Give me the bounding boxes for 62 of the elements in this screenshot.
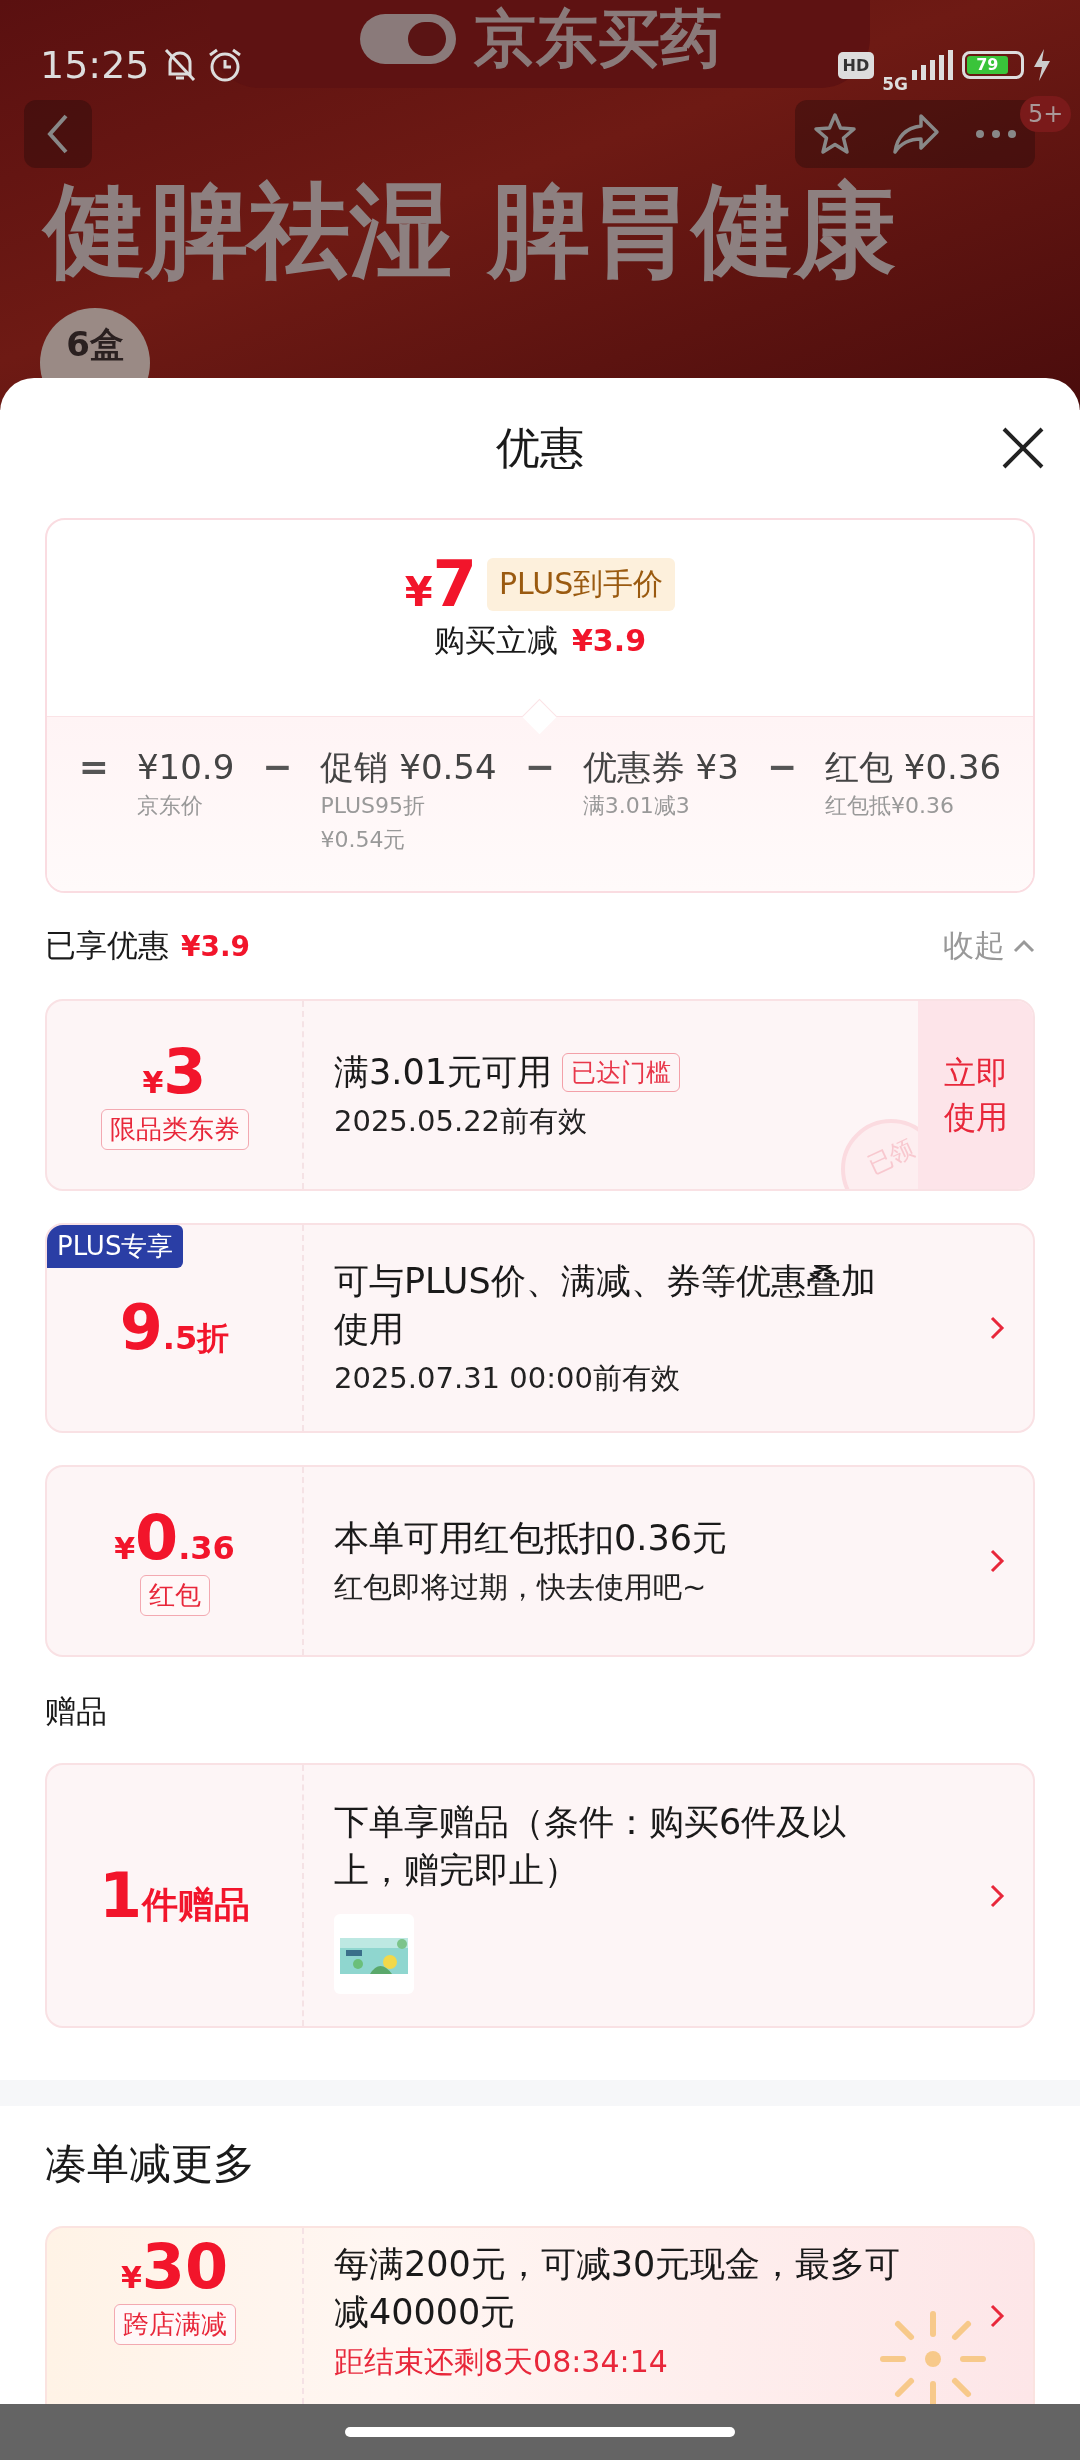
term-note: 满3.01减3: [582, 792, 691, 820]
use-now-button[interactable]: 立即使用: [918, 1001, 1033, 1189]
promo-amount: ¥30: [120, 2236, 229, 2298]
signal-icon: [910, 50, 954, 80]
gift-count: 1件赠品: [98, 1864, 251, 1927]
price-term: 红包 ¥0.36: [825, 746, 1002, 789]
threshold-badge: 已达门槛: [561, 1052, 680, 1092]
operator-sign: −: [524, 745, 555, 789]
price-term: 优惠券 ¥3: [582, 746, 739, 789]
offer-title: 本单可用红包抵扣0.36元: [334, 1517, 727, 1560]
network-label: 5G: [882, 74, 908, 94]
clock-time: 15:25: [40, 43, 150, 87]
final-price: ¥7: [404, 552, 478, 616]
offer-validity: 红包即将过期，快去使用吧~: [334, 1569, 708, 1606]
price-term: 促销 ¥0.54: [320, 746, 497, 789]
countdown-text: 距结束还剩8天08:34:14: [334, 2343, 669, 2381]
offer-title: 满3.01元可用: [334, 1051, 552, 1094]
operator-sign: =: [78, 745, 109, 789]
notification-badge: 5+: [1020, 96, 1072, 132]
chevron-right-icon: [989, 1315, 1005, 1341]
star-icon[interactable]: [811, 111, 858, 157]
price-tag: PLUS到手价: [487, 557, 676, 611]
offer-card[interactable]: PLUS专享 9.5折 可与PLUS价、满减、券等优惠叠加使用 2025.07.31 00:00前有效: [45, 1223, 1035, 1433]
plus-corner-tag: PLUS专享: [47, 1225, 184, 1268]
offer-amount: ¥0.36: [114, 1506, 235, 1569]
battery-icon: 79: [962, 51, 1024, 79]
discount-total: ¥3.9: [181, 930, 251, 963]
back-button[interactable]: [24, 100, 92, 168]
saving-label: 购买立减: [434, 621, 558, 660]
offer-validity: 2025.07.31 00:00前有效: [334, 1360, 681, 1397]
offer-card[interactable]: ¥0.36 红包 本单可用红包抵扣0.36元 红包即将过期，快去使用吧~: [45, 1465, 1035, 1657]
promo-card[interactable]: ¥30 跨店满减 每满200元，可减30元现金，最多可减40000元 距结束还剩8天08:34:14: [45, 2226, 1035, 2404]
logo-text: 京东买药: [474, 8, 722, 70]
charging-icon: [1032, 49, 1052, 81]
offer-amount: 9.5折: [119, 1297, 230, 1359]
share-icon[interactable]: [891, 112, 941, 156]
operator-sign: −: [766, 745, 798, 789]
section-heading: 凑单减更多: [45, 2138, 256, 2190]
offer-amount: ¥3: [142, 1040, 207, 1103]
chevron-right-icon: [989, 1548, 1005, 1574]
promo-title: 每满200元，可减30元现金，最多可减40000元: [334, 2243, 902, 2334]
chevron-right-icon: [989, 2303, 1005, 2329]
gift-title: 下单享赠品（条件：购买6件及以上，赠完即止）: [334, 1800, 848, 1892]
sheet-title: 优惠: [496, 420, 584, 475]
offer-tag: 跨店满减: [113, 2304, 236, 2345]
saving-amount: ¥3.9: [572, 623, 646, 658]
chevron-right-icon: [989, 1882, 1005, 1909]
section-label: 已享优惠: [45, 926, 169, 965]
gift-card[interactable]: 1件赠品 下单享赠品（条件：购买6件及以上，赠完即止）: [45, 1763, 1035, 2028]
operator-sign: −: [262, 745, 293, 789]
term-note: PLUS95折: [320, 792, 426, 820]
section-label: 赠品: [45, 1692, 108, 1731]
offer-tag: 限品类东券: [100, 1108, 249, 1150]
price-term: ¥10.9: [136, 746, 235, 789]
term-note: ¥0.54元: [320, 826, 407, 854]
term-note: 红包抵¥0.36: [825, 792, 956, 820]
offer-title: 可与PLUS价、满减、券等优惠叠加使用: [334, 1260, 877, 1351]
close-icon[interactable]: [1001, 426, 1045, 470]
term-note: 京东价: [136, 792, 204, 820]
offer-validity: 2025.05.22前有效: [334, 1103, 589, 1140]
offer-tag: 红包: [139, 1574, 210, 1616]
more-icon[interactable]: [974, 128, 1019, 140]
